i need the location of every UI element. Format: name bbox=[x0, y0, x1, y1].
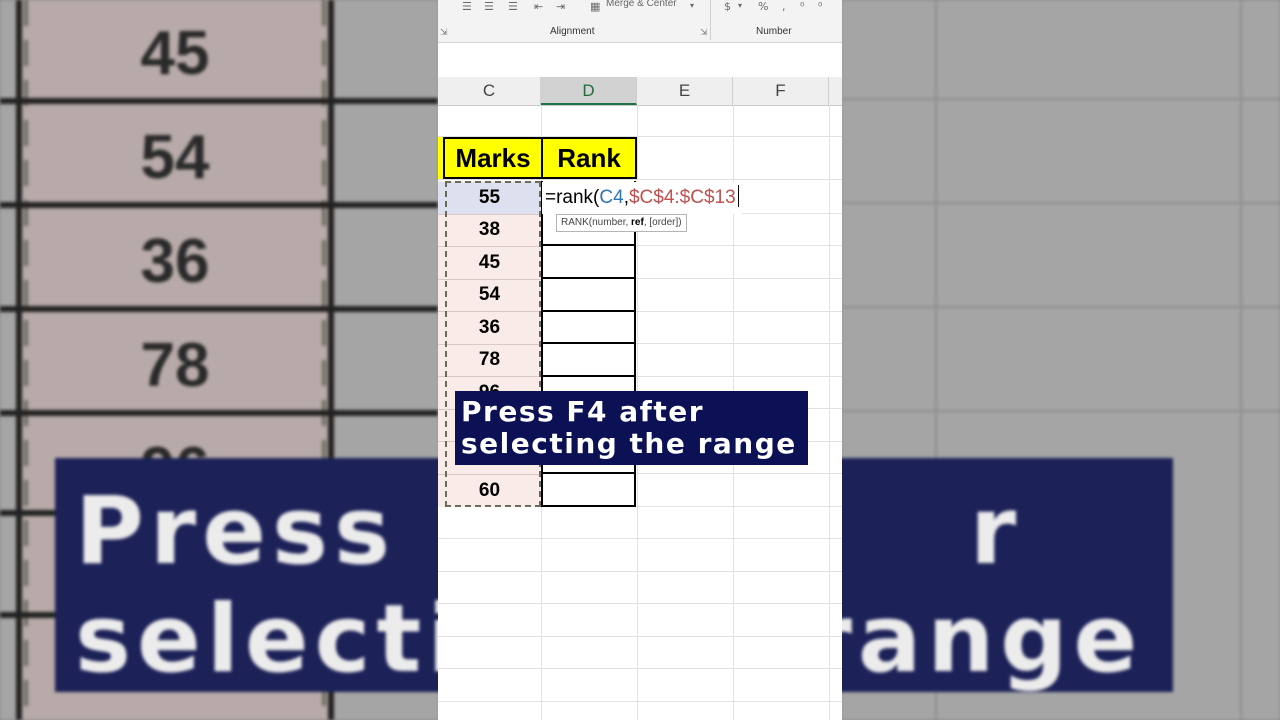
formula-prefix: =rank( bbox=[545, 187, 600, 208]
merge-dropdown-icon[interactable]: ▾ bbox=[690, 1, 694, 10]
tooltip-current-arg: ref bbox=[631, 217, 644, 228]
percent-style-button[interactable]: % bbox=[758, 0, 768, 13]
bg-mark-value: 78 bbox=[140, 331, 210, 400]
merge-center-button[interactable]: Merge & Center bbox=[606, 0, 677, 9]
accounting-format-button[interactable]: $ bbox=[724, 0, 731, 13]
align-left-icon[interactable]: ☰ bbox=[462, 0, 472, 13]
excel-window: ☰ ☰ ☰ ⇤ ⇥ ▦ Merge & Center ▾ $ ▾ % , ⁰ ⁰… bbox=[438, 0, 842, 720]
column-headers: C D E F bbox=[438, 77, 842, 106]
ribbon: ☰ ☰ ☰ ⇤ ⇥ ▦ Merge & Center ▾ $ ▾ % , ⁰ ⁰… bbox=[438, 0, 842, 43]
accounting-dropdown-icon[interactable]: ▾ bbox=[738, 1, 742, 10]
function-tooltip[interactable]: RANK(number, ref, [order]) bbox=[556, 214, 687, 232]
bg-caption-line2b: range bbox=[805, 585, 1144, 694]
decrease-decimal-icon[interactable]: ⁰ bbox=[818, 0, 822, 13]
caption-line2: selecting the range bbox=[461, 427, 797, 460]
text-cursor bbox=[737, 185, 739, 207]
bg-mark-value: 54 bbox=[140, 123, 210, 192]
merge-icon[interactable]: ▦ bbox=[590, 0, 600, 13]
alignment-group-label: Alignment bbox=[550, 26, 595, 37]
align-right-icon[interactable]: ☰ bbox=[508, 0, 518, 13]
column-header-d[interactable]: D bbox=[541, 77, 637, 105]
caption-text: Press F4 after selecting the range bbox=[461, 396, 811, 460]
tooltip-fn: RANK(number, bbox=[561, 217, 632, 228]
increase-indent-icon[interactable]: ⇥ bbox=[556, 0, 565, 13]
bg-caption-line2a: selecti bbox=[75, 585, 466, 694]
number-group-label: Number bbox=[756, 26, 792, 37]
formula-ref-range: $C$4:$C$13 bbox=[628, 187, 736, 208]
column-header-c[interactable]: C bbox=[438, 77, 541, 105]
formula-bar-area bbox=[438, 43, 842, 78]
caption-line1: Press F4 after bbox=[461, 395, 705, 428]
decrease-indent-icon[interactable]: ⇤ bbox=[534, 0, 543, 13]
bg-mark-value: 45 bbox=[140, 19, 210, 88]
cell-formula[interactable]: =rank(C4,$C$4:$C$13 bbox=[545, 184, 739, 212]
formula-ref-number: C4 bbox=[599, 187, 624, 208]
increase-decimal-icon[interactable]: ⁰ bbox=[800, 0, 804, 13]
font-dialog-launcher-icon[interactable]: ⇲ bbox=[440, 27, 448, 38]
comma-style-icon[interactable]: , bbox=[782, 0, 786, 13]
bg-mark-value: 36 bbox=[140, 227, 210, 296]
column-header-f[interactable]: F bbox=[733, 77, 829, 105]
align-center-icon[interactable]: ☰ bbox=[484, 0, 494, 13]
bg-caption-line1b: r bbox=[969, 477, 1023, 586]
tooltip-rest: , [order]) bbox=[643, 217, 682, 228]
alignment-dialog-launcher-icon[interactable]: ⇲ bbox=[700, 27, 708, 38]
rank-header-cell[interactable]: Rank bbox=[541, 137, 637, 179]
marks-header-cell[interactable]: Marks bbox=[443, 137, 543, 179]
column-header-e[interactable]: E bbox=[637, 77, 733, 105]
